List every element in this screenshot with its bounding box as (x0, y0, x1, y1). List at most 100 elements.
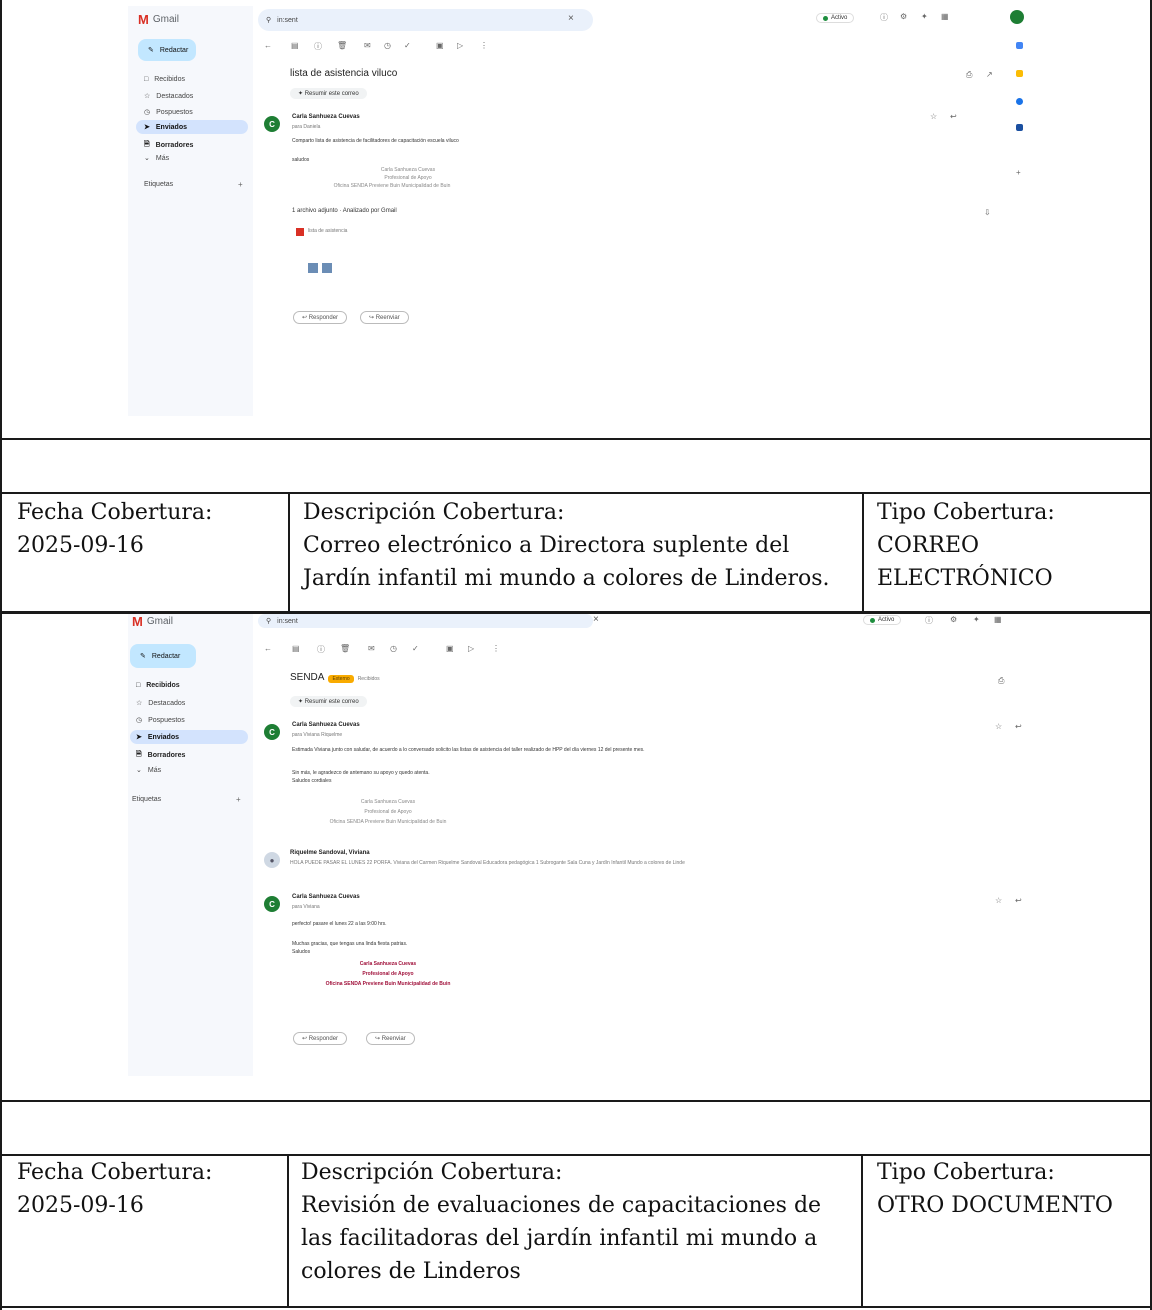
more-vert-icon[interactable]: ⋮ (480, 41, 488, 50)
summarize-button[interactable]: ✦ Resumir este correo (290, 696, 367, 707)
snooze-icon[interactable]: ◷ (390, 644, 397, 653)
report-icon[interactable]: ⓘ (314, 41, 322, 52)
archive-icon[interactable]: ▤ (292, 644, 300, 653)
clear-search-icon[interactable]: × (568, 13, 574, 24)
gemini-icon[interactable]: ✦ (973, 615, 980, 624)
fecha-value: 2025-09-16 (17, 1193, 144, 1218)
archive-icon[interactable]: ▤ (291, 41, 299, 50)
reply-icon[interactable]: ↩ (1015, 896, 1022, 905)
signature-name: Carla Sanhueza Cuevas (359, 961, 417, 967)
label-icon[interactable]: ▷ (457, 41, 463, 50)
nav-inbox[interactable]: □ Recibidos (144, 76, 185, 83)
nav-starred[interactable]: ☆ Destacados (136, 699, 185, 708)
nav-snoozed[interactable]: ◷ Pospuestos (136, 716, 185, 725)
move-icon[interactable]: ▣ (446, 644, 454, 653)
summarize-label: Resumir este correo (304, 699, 359, 705)
open-new-window-icon[interactable]: ↗ (986, 70, 993, 79)
labels-heading: Etiquetas (132, 796, 162, 803)
apps-icon[interactable]: ▦ (941, 12, 949, 21)
nav-label: Más (147, 766, 162, 774)
more-vert-icon[interactable]: ⋮ (492, 644, 500, 653)
back-arrow-icon[interactable]: ← (264, 644, 272, 653)
nav-snoozed[interactable]: ◷ Pospuestos (144, 108, 193, 117)
compose-button[interactable]: ✎ Redactar (130, 644, 196, 668)
star-icon[interactable]: ☆ (995, 896, 1002, 905)
attachment-thumb-2[interactable] (322, 263, 332, 273)
compose-button[interactable]: ✎ Redactar (138, 39, 196, 61)
apps-icon[interactable]: ▦ (994, 615, 1002, 624)
add-task-icon[interactable]: ✓ (412, 644, 419, 653)
user-avatar[interactable] (1010, 10, 1024, 24)
move-icon[interactable]: ▣ (436, 41, 444, 50)
gemini-icon[interactable]: ✦ (921, 12, 928, 21)
status-label: Activo (831, 15, 848, 21)
snooze-icon[interactable]: ◷ (384, 41, 391, 50)
gmail-screenshot-2: M Gmail ⚲ in:sent × Activo ⓘ ⚙ ✦ ▦ ✎ Red… (128, 614, 1033, 1076)
clear-search-icon[interactable]: × (593, 614, 599, 625)
add-label-icon[interactable]: + (236, 795, 241, 804)
attachment-thumb-1[interactable] (308, 263, 318, 273)
settings-icon[interactable]: ⚙ (950, 615, 957, 624)
reply-icon[interactable]: ↩ (1015, 722, 1022, 731)
search-input[interactable]: ⚲ in:sent (258, 614, 593, 628)
descripcion-line: colores de Linderos (301, 1259, 521, 1284)
back-arrow-icon[interactable]: ← (264, 41, 272, 50)
reply-button[interactable]: ↩ Responder (293, 311, 348, 324)
delete-icon[interactable]: 🗑 (340, 644, 350, 653)
keep-rail-icon[interactable] (1016, 70, 1023, 77)
tasks-rail-icon[interactable] (1016, 98, 1023, 105)
star-icon[interactable]: ☆ (930, 112, 937, 121)
pencil-icon: ✎ (148, 47, 154, 54)
draft-icon: 🗎 (136, 751, 142, 758)
nav-more[interactable]: ⌄ Más (144, 154, 169, 163)
calendar-rail-icon[interactable] (1016, 42, 1023, 49)
nav-sent[interactable]: ➤ Enviados (130, 730, 248, 744)
forward-arrow-icon: ↪ (375, 1036, 382, 1042)
mark-unread-icon[interactable]: ✉ (368, 644, 375, 653)
label-icon[interactable]: ▷ (468, 644, 474, 653)
nav-sent[interactable]: ➤ Enviados (136, 120, 248, 134)
signature-role: Profesional de Apoyo (364, 809, 412, 815)
print-icon[interactable]: ⎙ (998, 676, 1004, 686)
star-icon[interactable]: ☆ (995, 722, 1002, 731)
forward-button[interactable]: ↪ Reenviar (360, 311, 409, 324)
nav-starred[interactable]: ☆ Destacados (144, 92, 193, 101)
reply-button[interactable]: ↩ Responder (293, 1032, 348, 1045)
status-active[interactable]: Activo (863, 615, 902, 625)
nav-more[interactable]: ⌄ Más (136, 766, 162, 775)
download-all-icon[interactable]: ⇩ (984, 208, 991, 217)
reply-arrow-icon: ↩ (302, 1036, 309, 1042)
nav-inbox[interactable]: □ Recibidos (136, 682, 180, 689)
search-input[interactable]: ⚲ in:sent (258, 9, 593, 31)
add-label-icon[interactable]: + (238, 180, 243, 189)
settings-icon[interactable]: ⚙ (900, 12, 907, 21)
star-icon: ☆ (136, 700, 143, 707)
reply-icon[interactable]: ↩ (950, 112, 957, 121)
forward-label: Reenviar (381, 1036, 406, 1042)
print-icon[interactable]: ⎙ (966, 70, 972, 80)
table-rule (0, 1100, 1152, 1102)
add-task-icon[interactable]: ✓ (404, 41, 411, 50)
status-label: Activo (878, 617, 895, 623)
table-rule (288, 492, 290, 612)
report-icon[interactable]: ⓘ (317, 644, 325, 655)
delete-icon[interactable]: 🗑 (337, 41, 347, 50)
nav-drafts[interactable]: 🗎 Borradores (144, 140, 193, 151)
message-preview[interactable]: HOLA PUEDE PASAR EL LUNES 22 PORFA. Vivi… (290, 860, 1010, 866)
sparkle-icon: ✦ (298, 91, 305, 97)
help-icon[interactable]: ⓘ (880, 12, 888, 23)
mark-unread-icon[interactable]: ✉ (364, 41, 371, 50)
inbox-tag[interactable]: Recibidos (358, 676, 380, 682)
summarize-button[interactable]: ✦ Resumir este correo (290, 88, 367, 99)
descripcion-line: Revisión de evaluaciones de capacitacion… (301, 1193, 822, 1218)
status-active[interactable]: Activo (816, 13, 855, 23)
help-icon[interactable]: ⓘ (925, 615, 933, 626)
add-addon-icon[interactable]: + (1016, 168, 1021, 177)
sidebar (128, 6, 253, 416)
nav-drafts[interactable]: 🗎 Borradores (136, 750, 185, 761)
table-rule (0, 1154, 1152, 1156)
app-name: Gmail (146, 616, 173, 627)
forward-button[interactable]: ↪ Reenviar (366, 1032, 415, 1045)
attachment-name[interactable]: lista de asistencia (308, 228, 347, 234)
contacts-rail-icon[interactable] (1016, 124, 1023, 131)
